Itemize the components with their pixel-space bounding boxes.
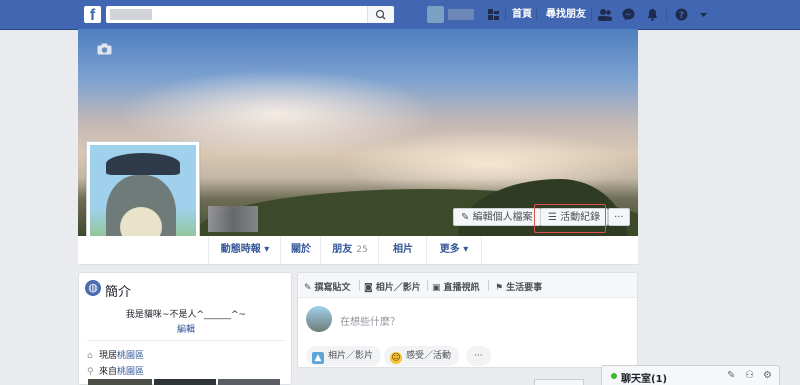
search-input[interactable] bbox=[106, 6, 394, 23]
composer-avatar bbox=[306, 306, 332, 332]
tab-more[interactable]: 更多 ▾ bbox=[426, 236, 482, 264]
feeling-pill-label: 感受／活動 bbox=[406, 351, 452, 361]
tab-timeline[interactable]: 動態時報 ▾ bbox=[208, 236, 281, 264]
feeling-activity-button[interactable]: ☺ 感受／活動 bbox=[384, 346, 460, 366]
friends-count: 25 bbox=[356, 245, 368, 255]
divider bbox=[87, 340, 285, 341]
umbrella-shape bbox=[106, 153, 180, 175]
search-icon bbox=[375, 9, 386, 20]
help-icon: ? bbox=[675, 8, 688, 21]
tab-write-post[interactable]: ✎ 撰寫貼文 bbox=[304, 280, 351, 293]
bio-text: 我是貓咪~不是人^______^~ bbox=[125, 310, 247, 320]
add-friends-icon[interactable]: ⚇ bbox=[745, 370, 754, 381]
post-composer: ✎ 撰寫貼文 ◙ 相片／影片 ▣ 直播視訊 ⚑ 生活要事 在想些什麼？ ▲ 相片／影片 ☺… bbox=[297, 272, 638, 368]
messenger-icon bbox=[622, 8, 635, 21]
messenger-button[interactable] bbox=[622, 8, 635, 24]
more-options-button[interactable]: ··· bbox=[608, 208, 630, 226]
hometown-row: ⚲ 來自桃園區 bbox=[87, 364, 144, 377]
intro-card: ◍ 簡介 我是貓咪~不是人^______^~ 編輯 ⌂ 現居桃園區 ⚲ 來自桃園區 bbox=[78, 272, 292, 385]
chat-bar[interactable]: 聊天室(1) ✎ ⚇ ⚙ bbox=[601, 365, 780, 385]
live-video-label: 直播視訊 bbox=[443, 283, 480, 293]
tab-photos[interactable]: 相片 bbox=[378, 236, 427, 264]
current-city-prefix: 現居 bbox=[99, 351, 118, 361]
divider bbox=[359, 280, 360, 291]
svg-text:?: ? bbox=[679, 11, 684, 21]
user-avatar[interactable] bbox=[427, 6, 444, 23]
facebook-logo[interactable]: f bbox=[84, 6, 101, 23]
life-event-label: 生活要事 bbox=[506, 283, 543, 293]
tab-friends[interactable]: 朋友 25 bbox=[320, 236, 379, 264]
write-post-label: 撰寫貼文 bbox=[314, 283, 351, 293]
user-name-redacted[interactable] bbox=[448, 9, 474, 20]
nav-find-friends-link[interactable]: 尋找朋友 bbox=[546, 9, 586, 20]
chat-label: 聊天室(1) bbox=[621, 374, 668, 385]
intro-title: 簡介 bbox=[105, 285, 132, 300]
divider bbox=[666, 8, 667, 21]
hometown-prefix: 來自 bbox=[99, 367, 118, 377]
tab-life-event[interactable]: ⚑ 生活要事 bbox=[495, 280, 542, 293]
current-city-row: ⌂ 現居桃園區 bbox=[87, 348, 144, 361]
hometown-link[interactable]: 桃園區 bbox=[117, 367, 144, 377]
photo-video-label: 相片／影片 bbox=[375, 283, 421, 293]
help-button[interactable]: ? bbox=[675, 8, 688, 24]
divider bbox=[427, 280, 428, 291]
tab-friends-label: 朋友 bbox=[332, 244, 353, 255]
home-icon: ⌂ bbox=[87, 351, 93, 361]
divider bbox=[505, 8, 506, 21]
new-message-icon[interactable]: ✎ bbox=[727, 370, 735, 381]
gear-icon[interactable]: ⚙ bbox=[763, 370, 772, 381]
photo-icon: ▲ bbox=[312, 352, 324, 364]
photo-thumbnail[interactable] bbox=[88, 379, 152, 385]
camera-icon[interactable] bbox=[97, 43, 112, 58]
pencil-icon: ✎ bbox=[461, 212, 470, 223]
composer-input[interactable]: 在想些什麼？ bbox=[340, 313, 400, 328]
photo-video-pill-label: 相片／影片 bbox=[328, 351, 374, 361]
divider bbox=[536, 8, 537, 21]
tab-live-video[interactable]: ▣ 直播視訊 bbox=[432, 280, 480, 293]
current-city-link[interactable]: 桃園區 bbox=[117, 351, 144, 361]
top-navigation-bar: f 首頁 尋找朋友 ? bbox=[0, 0, 800, 30]
smiley-icon: ☺ bbox=[390, 352, 402, 364]
feed-control-button[interactable] bbox=[534, 379, 584, 385]
more-composer-options-button[interactable]: ··· bbox=[466, 346, 491, 366]
photo-video-button[interactable]: ▲ 相片／影片 bbox=[306, 346, 382, 366]
edit-bio-link[interactable]: 編輯 bbox=[79, 322, 293, 335]
globe-icon: ◍ bbox=[85, 280, 101, 296]
caret-down-icon bbox=[700, 13, 707, 17]
photo-thumbnail[interactable] bbox=[154, 379, 216, 385]
profile-nav-icon[interactable] bbox=[487, 8, 500, 24]
camera-icon: ◙ bbox=[364, 283, 373, 293]
tab-photo-video[interactable]: ◙ 相片／影片 bbox=[364, 280, 421, 293]
profile-name-redacted bbox=[208, 206, 258, 232]
edit-profile-label: 編輯個人檔案 bbox=[472, 212, 533, 223]
nav-home-link[interactable]: 首頁 bbox=[512, 9, 532, 20]
profile-navigation: 動態時報 ▾ 關於 朋友 25 相片 更多 ▾ bbox=[78, 236, 638, 265]
search-button[interactable] bbox=[367, 6, 394, 23]
search-text-redacted bbox=[110, 9, 152, 20]
tab-about[interactable]: 關於 bbox=[280, 236, 321, 264]
video-camera-icon: ▣ bbox=[432, 283, 441, 293]
bell-icon bbox=[647, 9, 658, 21]
divider bbox=[591, 8, 592, 21]
photo-thumbnail[interactable] bbox=[218, 379, 280, 385]
friend-requests-icon bbox=[598, 9, 612, 21]
people-grid-icon bbox=[488, 9, 499, 20]
online-status-dot bbox=[611, 373, 617, 379]
notifications-button[interactable] bbox=[646, 8, 659, 24]
account-menu-button[interactable] bbox=[699, 8, 708, 24]
highlight-box bbox=[534, 204, 606, 233]
divider bbox=[488, 280, 489, 291]
friend-requests-button[interactable] bbox=[598, 8, 612, 24]
location-pin-icon: ⚲ bbox=[87, 367, 94, 377]
edit-profile-button[interactable]: ✎ 編輯個人檔案 bbox=[453, 208, 541, 226]
flag-icon: ⚑ bbox=[495, 283, 504, 293]
pencil-icon: ✎ bbox=[304, 283, 312, 293]
